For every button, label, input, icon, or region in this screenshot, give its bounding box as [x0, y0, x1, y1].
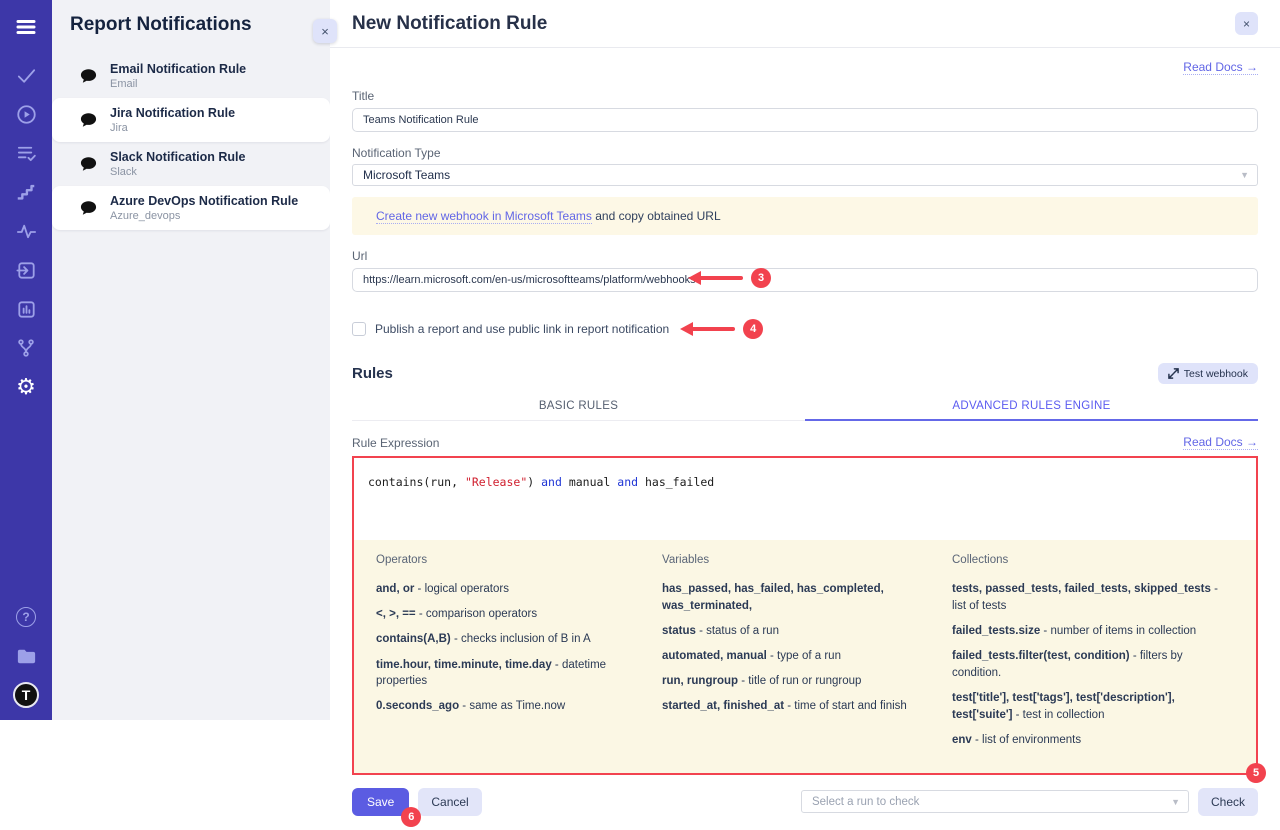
- help-column-operators: Operators and, or - logical operators <, >…: [376, 552, 662, 757]
- menu-icon[interactable]: [13, 14, 39, 40]
- annotation-arrow-3: 3: [688, 268, 771, 288]
- help-line: contains(A,B) - checks inclusion of B in…: [376, 631, 662, 648]
- publish-report-checkbox[interactable]: [352, 322, 366, 336]
- test-webhook-button[interactable]: Test webhook: [1158, 363, 1258, 384]
- save-button[interactable]: Save: [352, 788, 409, 816]
- rule-subtitle: Azure_devops: [110, 209, 298, 223]
- webhook-notice: Create new webhook in Microsoft Teams an…: [352, 197, 1258, 235]
- help-line: failed_tests.filter(test, condition) - f…: [952, 648, 1244, 681]
- help-line: has_passed, has_failed, has_completed, w…: [662, 581, 952, 614]
- help-line: run, rungroup - title of run or rungroup: [662, 673, 952, 690]
- icon-rail: ⚙? T: [0, 0, 52, 720]
- rule-subtitle: Email: [110, 77, 246, 91]
- run-select-placeholder: Select a run to check: [812, 796, 919, 808]
- annotation-number-6: 6: [401, 807, 421, 827]
- help-line: status - status of a run: [662, 623, 952, 640]
- report-notifications-panel: × Report Notifications Email Notificatio…: [52, 0, 330, 720]
- help-line: test['title'], test['tags'], test['descr…: [952, 690, 1244, 723]
- url-label: Url: [352, 249, 1258, 263]
- main-area: New Notification Rule × Read Docs → Titl…: [330, 0, 1280, 720]
- run-to-check-select[interactable]: Select a run to check ▼: [801, 790, 1189, 813]
- branch-icon[interactable]: [13, 335, 39, 361]
- chevron-down-icon: ▼: [1240, 170, 1249, 180]
- help-circle-icon[interactable]: ?: [13, 604, 39, 630]
- list-check-icon[interactable]: [13, 140, 39, 166]
- help-column-header: Operators: [376, 554, 662, 566]
- steps-icon[interactable]: [13, 179, 39, 205]
- check-button[interactable]: Check: [1198, 788, 1258, 816]
- annotation-box-5: contains(run, "Release") and manual and …: [352, 456, 1258, 775]
- rule-expression-code: contains(run, "Release") and manual and …: [368, 475, 1242, 489]
- list-item[interactable]: Azure DevOps Notification RuleAzure_devo…: [52, 186, 330, 230]
- speech-bubble-icon: [80, 200, 97, 216]
- title-label: Title: [352, 89, 1258, 103]
- help-line: env - list of environments: [952, 732, 1244, 749]
- box-arrow-in-icon[interactable]: [13, 257, 39, 283]
- rule-title: Email Notification Rule: [110, 61, 246, 77]
- annotation-number-5: 5: [1246, 763, 1266, 783]
- rule-title: Slack Notification Rule: [110, 149, 245, 165]
- webhook-notice-text: and copy obtained URL: [592, 209, 721, 223]
- list-item[interactable]: Email Notification RuleEmail: [52, 54, 330, 98]
- rule-title: Jira Notification Rule: [110, 105, 235, 121]
- rule-expression-editor[interactable]: contains(run, "Release") and manual and …: [354, 458, 1256, 540]
- dialog-close-button[interactable]: ×: [1235, 12, 1258, 35]
- notification-type-select[interactable]: Microsoft Teams ▼: [352, 164, 1258, 186]
- check-icon[interactable]: [13, 62, 39, 88]
- dialog-title: New Notification Rule: [352, 13, 547, 35]
- annotation-arrow-4: 4: [680, 319, 763, 339]
- play-circle-icon[interactable]: [13, 101, 39, 127]
- notification-type-label: Notification Type: [352, 146, 1258, 160]
- notification-rule-list: Email Notification RuleEmailJira Notific…: [52, 54, 330, 230]
- panel-title: Report Notifications: [70, 14, 330, 36]
- help-line: <, >, == - comparison operators: [376, 606, 662, 623]
- bar-chart-icon[interactable]: [13, 296, 39, 322]
- url-input[interactable]: [352, 268, 1258, 292]
- rules-heading: Rules: [352, 365, 393, 382]
- help-column-header: Collections: [952, 554, 1244, 566]
- help-line: and, or - logical operators: [376, 581, 662, 598]
- help-column-collections: Collections tests, passed_tests, failed_t…: [952, 552, 1244, 757]
- help-line: 0.seconds_ago - same as Time.now: [376, 698, 662, 715]
- tab-advanced-rules-engine[interactable]: ADVANCED RULES ENGINE: [805, 394, 1258, 421]
- create-webhook-link[interactable]: Create new webhook in Microsoft Teams: [376, 209, 592, 224]
- cancel-button[interactable]: Cancel: [418, 788, 481, 816]
- read-docs-link-rules[interactable]: Read Docs →: [1183, 435, 1258, 450]
- rules-tabs: BASIC RULESADVANCED RULES ENGINE: [352, 394, 1258, 421]
- publish-report-label: Publish a report and use public link in …: [375, 322, 669, 336]
- help-line: started_at, finished_at - time of start …: [662, 698, 952, 715]
- webhook-arrows-icon: [1168, 368, 1179, 379]
- gear-icon[interactable]: ⚙: [13, 374, 39, 400]
- chevron-down-icon: ▼: [1171, 797, 1180, 807]
- folder-icon[interactable]: [13, 643, 39, 669]
- rule-title: Azure DevOps Notification Rule: [110, 193, 298, 209]
- list-item[interactable]: Jira Notification RuleJira: [52, 98, 330, 142]
- tab-basic-rules[interactable]: BASIC RULES: [352, 394, 805, 420]
- read-docs-link-top[interactable]: Read Docs →: [1183, 60, 1258, 75]
- speech-bubble-icon: [80, 68, 97, 84]
- help-line: failed_tests.size - number of items in c…: [952, 623, 1244, 640]
- rule-subtitle: Jira: [110, 121, 235, 135]
- help-line: automated, manual - type of a run: [662, 648, 952, 665]
- speech-bubble-icon: [80, 112, 97, 128]
- dialog-header: New Notification Rule ×: [330, 0, 1280, 48]
- help-column-variables: Variables has_passed, has_failed, has_com…: [662, 552, 952, 757]
- activity-icon[interactable]: [13, 218, 39, 244]
- notification-type-value: Microsoft Teams: [363, 168, 450, 182]
- expression-help-panel: Operators and, or - logical operators <, >…: [354, 540, 1256, 773]
- panel-close-button[interactable]: ×: [313, 19, 337, 43]
- speech-bubble-icon: [80, 156, 97, 172]
- title-input[interactable]: [352, 108, 1258, 132]
- dialog-content: Read Docs → Title Notification Type Micr…: [330, 48, 1280, 830]
- list-item[interactable]: Slack Notification RuleSlack: [52, 142, 330, 186]
- user-avatar[interactable]: T: [13, 682, 39, 708]
- help-line: time.hour, time.minute, time.day - datet…: [376, 657, 662, 690]
- rule-subtitle: Slack: [110, 165, 245, 179]
- help-line: tests, passed_tests, failed_tests, skipp…: [952, 581, 1244, 614]
- app-window: ⚙? T × Report Notifications Email Notific…: [0, 0, 1280, 720]
- help-column-header: Variables: [662, 554, 952, 566]
- rule-expression-label: Rule Expression: [352, 436, 439, 450]
